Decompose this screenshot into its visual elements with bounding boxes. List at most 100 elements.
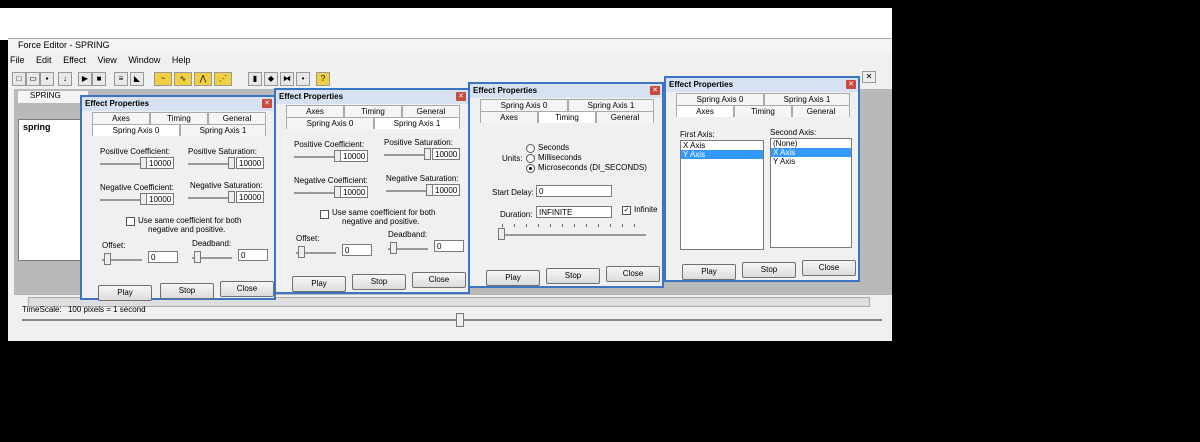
close-icon[interactable]: ✕ (456, 92, 466, 101)
radio-microseconds[interactable] (526, 164, 535, 173)
menu-effect[interactable]: Effect (63, 55, 86, 65)
second-axis-item-x[interactable]: X Axis (771, 148, 851, 157)
close-icon[interactable]: ✕ (846, 80, 856, 89)
second-axis-item-y[interactable]: Y Axis (771, 157, 851, 166)
tab-timing[interactable]: Timing (344, 105, 402, 117)
offset-input[interactable]: 0 (342, 244, 372, 256)
pos-sat-input[interactable]: 10000 (236, 157, 264, 169)
radio-seconds[interactable] (526, 144, 535, 153)
neg-coef-input[interactable]: 10000 (146, 193, 174, 205)
stop-icon[interactable]: ■ (92, 72, 106, 86)
duration-input[interactable]: INFINITE (536, 206, 612, 218)
friction-icon[interactable]: • (296, 72, 310, 86)
tab-axes[interactable]: Axes (676, 105, 734, 117)
tab-spring-axis-1[interactable]: Spring Axis 1 (374, 117, 460, 129)
wave-icon-4[interactable]: ⋰ (214, 72, 232, 86)
duration-slider[interactable] (498, 234, 646, 236)
timescale-slider-knob[interactable] (456, 313, 464, 327)
menu-window[interactable]: Window (128, 55, 160, 65)
first-axis-item-x[interactable]: X Axis (681, 141, 763, 150)
play-button[interactable]: Play (682, 264, 736, 280)
neg-coef-slider[interactable] (100, 199, 144, 201)
inertia-icon[interactable]: ⧓ (280, 72, 294, 86)
neg-coef-slider[interactable] (294, 192, 338, 194)
menu-help[interactable]: Help (172, 55, 191, 65)
first-axis-list[interactable]: X Axis Y Axis (680, 140, 764, 250)
neg-sat-slider[interactable] (188, 197, 232, 199)
effect-icon-2[interactable]: ◣ (130, 72, 144, 86)
open-icon[interactable]: ▭ (26, 72, 40, 86)
tab-spring-axis-0[interactable]: Spring Axis 0 (676, 93, 764, 105)
pos-sat-slider[interactable] (384, 154, 428, 156)
save-icon[interactable]: ▪ (40, 72, 54, 86)
close-icon[interactable]: ✕ (862, 71, 876, 83)
tab-spring-axis-1[interactable]: Spring Axis 1 (180, 124, 266, 136)
tab-general[interactable]: General (208, 112, 266, 124)
stop-button[interactable]: Stop (160, 283, 214, 299)
close-icon[interactable]: ✕ (650, 86, 660, 95)
tab-axes[interactable]: Axes (286, 105, 344, 117)
tab-timing[interactable]: Timing (538, 111, 596, 123)
new-icon[interactable]: □ (12, 72, 26, 86)
deadband-input[interactable]: 0 (238, 249, 268, 261)
close-button[interactable]: Close (606, 266, 660, 282)
stop-button[interactable]: Stop (546, 268, 600, 284)
play-icon[interactable]: ▶ (78, 72, 92, 86)
deadband-slider-knob[interactable] (194, 251, 201, 263)
stop-button[interactable]: Stop (742, 262, 796, 278)
first-axis-item-y[interactable]: Y Axis (681, 150, 763, 159)
tab-general[interactable]: General (792, 105, 850, 117)
track-label[interactable]: spring (18, 119, 88, 261)
pos-sat-input[interactable]: 10000 (432, 148, 460, 160)
close-button[interactable]: Close (220, 281, 274, 297)
deadband-slider-knob[interactable] (390, 242, 397, 254)
pos-sat-slider-knob[interactable] (228, 157, 235, 169)
effect-icon-1[interactable]: ≡ (114, 72, 128, 86)
radio-milliseconds[interactable] (526, 154, 535, 163)
pos-coef-slider[interactable] (294, 156, 338, 158)
same-coef-checkbox[interactable] (320, 210, 329, 219)
tab-general[interactable]: General (402, 105, 460, 117)
tab-spring-axis-0[interactable]: Spring Axis 0 (92, 124, 180, 136)
pos-coef-slider[interactable] (100, 163, 144, 165)
menu-view[interactable]: View (97, 55, 116, 65)
tab-spring-axis-1[interactable]: Spring Axis 1 (568, 99, 654, 111)
tab-spring-axis-0[interactable]: Spring Axis 0 (480, 99, 568, 111)
wave-icon-2[interactable]: ∿ (174, 72, 192, 86)
neg-sat-slider-knob[interactable] (228, 191, 235, 203)
offset-slider-knob[interactable] (298, 246, 305, 258)
neg-coef-input[interactable]: 10000 (340, 186, 368, 198)
play-button[interactable]: Play (292, 276, 346, 292)
tab-axes[interactable]: Axes (92, 112, 150, 124)
play-button[interactable]: Play (486, 270, 540, 286)
download-icon[interactable]: ↓ (58, 72, 72, 86)
spring-icon[interactable]: ▮ (248, 72, 262, 86)
menu-file[interactable]: File (10, 55, 25, 65)
tab-axes[interactable]: Axes (480, 111, 538, 123)
wave-icon-1[interactable]: ~ (154, 72, 172, 86)
pos-sat-slider-knob[interactable] (424, 148, 431, 160)
neg-sat-slider[interactable] (386, 190, 430, 192)
infinite-checkbox[interactable]: ✓ (622, 206, 631, 215)
second-axis-item-none[interactable]: (None) (771, 139, 851, 148)
close-button[interactable]: Close (802, 260, 856, 276)
offset-slider-knob[interactable] (104, 253, 111, 265)
pos-coef-input[interactable]: 10000 (146, 157, 174, 169)
help-icon[interactable]: ? (316, 72, 330, 86)
tab-spring-axis-0[interactable]: Spring Axis 0 (286, 117, 374, 129)
neg-sat-input[interactable]: 10000 (432, 184, 460, 196)
play-button[interactable]: Play (98, 285, 152, 301)
tab-timing[interactable]: Timing (734, 105, 792, 117)
damper-icon[interactable]: ◆ (264, 72, 278, 86)
pos-coef-input[interactable]: 10000 (340, 150, 368, 162)
menu-edit[interactable]: Edit (36, 55, 52, 65)
same-coef-checkbox[interactable] (126, 217, 135, 226)
tab-general[interactable]: General (596, 111, 654, 123)
tab-spring-axis-1[interactable]: Spring Axis 1 (764, 93, 850, 105)
timescale-slider-track[interactable] (22, 319, 882, 321)
tab-timing[interactable]: Timing (150, 112, 208, 124)
wave-icon-3[interactable]: ⋀ (194, 72, 212, 86)
offset-input[interactable]: 0 (148, 251, 178, 263)
deadband-input[interactable]: 0 (434, 240, 464, 252)
pos-sat-slider[interactable] (188, 163, 232, 165)
